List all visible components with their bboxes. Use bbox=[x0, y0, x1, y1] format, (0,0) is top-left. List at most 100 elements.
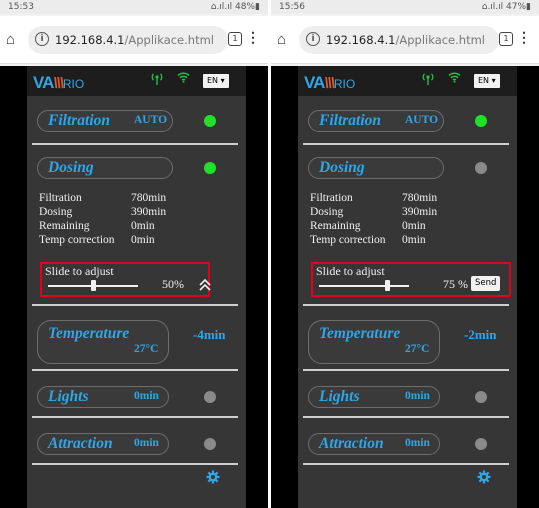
filtration-mode: AUTO bbox=[134, 114, 168, 126]
lights-title: Lights bbox=[319, 388, 360, 405]
lights-button[interactable]: Lights 0min bbox=[308, 386, 440, 408]
dosing-title: Dosing bbox=[48, 159, 94, 176]
attraction-button[interactable]: Attraction 0min bbox=[37, 433, 169, 455]
lights-title: Lights bbox=[48, 388, 89, 405]
app-panel: VA\\\RIO EN ▾ Filtration AUTO Dosing Fil… bbox=[27, 66, 246, 508]
phone-screenshot-right: 15:56 ⌂.ıl.ıl 47%▮ ⌂ i 192.168.4.1/Appli… bbox=[271, 0, 539, 508]
filtration-button[interactable]: Filtration AUTO bbox=[308, 110, 444, 132]
address-bar[interactable]: i 192.168.4.1/Applikace.html bbox=[28, 26, 228, 54]
divider bbox=[32, 143, 238, 145]
divider bbox=[32, 304, 238, 306]
app-header: VA\\\RIO EN ▾ bbox=[27, 66, 246, 96]
temperature-button[interactable]: Temperature 27°C bbox=[37, 320, 169, 364]
attraction-value: 0min bbox=[405, 437, 430, 449]
brand-logo: VA\\\RIO bbox=[304, 73, 356, 92]
lights-status-led bbox=[475, 391, 487, 403]
lights-button[interactable]: Lights 0min bbox=[37, 386, 169, 408]
language-select[interactable]: EN ▾ bbox=[203, 74, 229, 88]
attraction-status-led bbox=[475, 438, 487, 450]
attraction-title: Attraction bbox=[48, 435, 113, 452]
filtration-status-led bbox=[475, 115, 487, 127]
divider bbox=[303, 463, 509, 465]
send-button[interactable]: Send bbox=[471, 276, 501, 291]
dosing-status-led bbox=[204, 162, 216, 174]
slider-percent: 50% bbox=[162, 277, 184, 291]
divider bbox=[32, 416, 238, 418]
lights-value: 0min bbox=[405, 390, 430, 402]
antenna-icon bbox=[151, 72, 163, 89]
app-panel: VA\\\RIO EN ▾ Filtration AUTO Dosing Fil… bbox=[298, 66, 517, 508]
filtration-status-led bbox=[204, 115, 216, 127]
dosing-status-led bbox=[475, 162, 487, 174]
temperature-correction: -2min bbox=[464, 327, 497, 342]
language-select[interactable]: EN ▾ bbox=[474, 74, 500, 88]
slider-percent: 75 % bbox=[443, 277, 468, 291]
divider bbox=[303, 304, 509, 306]
status-bar: 15:53 ⌂.ıl.ıl 48%▮ bbox=[0, 0, 268, 14]
adjust-slider-panel: Slide to adjust 50% bbox=[40, 262, 210, 297]
home-icon[interactable]: ⌂ bbox=[277, 31, 286, 48]
url-path: /Applikace.html bbox=[395, 33, 485, 47]
divider bbox=[32, 369, 238, 371]
status-bar: 15:56 ⌂.ıl.ıl 47%▮ bbox=[271, 0, 539, 14]
antenna-icon bbox=[422, 72, 434, 89]
app-header: VA\\\RIO EN ▾ bbox=[298, 66, 517, 96]
slider-thumb[interactable] bbox=[91, 280, 96, 291]
status-icons: ⌂.ıl.ıl 47%▮ bbox=[481, 2, 531, 12]
app-viewport: VA\\\RIO EN ▾ Filtration AUTO Dosing Fil… bbox=[0, 66, 268, 508]
filtration-title: Filtration bbox=[48, 112, 111, 129]
slider-track[interactable] bbox=[319, 285, 409, 287]
temperature-button[interactable]: Temperature 27°C bbox=[308, 320, 440, 364]
url-host: 192.168.4.1 bbox=[55, 33, 125, 47]
info-icon[interactable]: i bbox=[306, 32, 320, 46]
lights-value: 0min bbox=[134, 390, 159, 402]
phone-screenshot-left: 15:53 ⌂.ıl.ıl 48%▮ ⌂ i 192.168.4.1/Appli… bbox=[0, 0, 268, 508]
browser-toolbar: ⌂ i 192.168.4.1/Applikace.html 1 ⋮ bbox=[0, 16, 268, 64]
more-menu-icon[interactable]: ⋮ bbox=[246, 29, 260, 46]
adjust-slider-panel: Slide to adjust 75 % Send bbox=[311, 262, 511, 297]
lights-status-led bbox=[204, 391, 216, 403]
divider bbox=[303, 416, 509, 418]
temperature-value: 27°C bbox=[134, 343, 159, 355]
divider bbox=[303, 369, 509, 371]
status-icons: ⌂.ıl.ıl 48%▮ bbox=[210, 2, 260, 12]
filtration-mode: AUTO bbox=[405, 114, 439, 126]
settings-gear-icon[interactable] bbox=[206, 470, 220, 487]
divider bbox=[303, 143, 509, 145]
slider-thumb[interactable] bbox=[384, 280, 390, 291]
more-menu-icon[interactable]: ⋮ bbox=[517, 29, 531, 46]
temperature-title: Temperature bbox=[48, 325, 130, 342]
url-text[interactable]: 192.168.4.1/Applikace.html bbox=[326, 33, 485, 47]
status-time: 15:56 bbox=[279, 2, 305, 12]
address-bar[interactable]: i 192.168.4.1/Applikace.html bbox=[299, 26, 499, 54]
temperature-correction: -4min bbox=[193, 327, 226, 342]
slider-label: Slide to adjust bbox=[316, 264, 385, 278]
wifi-icon bbox=[448, 71, 461, 86]
dosing-button[interactable]: Dosing bbox=[37, 157, 173, 179]
app-viewport: VA\\\RIO EN ▾ Filtration AUTO Dosing Fil… bbox=[271, 66, 539, 508]
temperature-value: 27°C bbox=[405, 343, 430, 355]
home-icon[interactable]: ⌂ bbox=[6, 31, 15, 48]
slider-label: Slide to adjust bbox=[45, 264, 114, 278]
status-time: 15:53 bbox=[8, 2, 34, 12]
settings-gear-icon[interactable] bbox=[477, 470, 491, 487]
dosing-button[interactable]: Dosing bbox=[308, 157, 444, 179]
temperature-title: Temperature bbox=[319, 325, 401, 342]
attraction-value: 0min bbox=[134, 437, 159, 449]
tab-switcher-button[interactable]: 1 bbox=[499, 32, 513, 46]
info-icon[interactable]: i bbox=[35, 32, 49, 46]
url-text[interactable]: 192.168.4.1/Applikace.html bbox=[55, 33, 214, 47]
filtration-title: Filtration bbox=[319, 112, 382, 129]
browser-toolbar: ⌂ i 192.168.4.1/Applikace.html 1 ⋮ bbox=[271, 16, 539, 64]
attraction-title: Attraction bbox=[319, 435, 384, 452]
url-host: 192.168.4.1 bbox=[326, 33, 396, 47]
brand-logo: VA\\\RIO bbox=[33, 73, 85, 92]
divider bbox=[32, 463, 238, 465]
dosing-title: Dosing bbox=[319, 159, 365, 176]
tab-switcher-button[interactable]: 1 bbox=[228, 32, 242, 46]
attraction-button[interactable]: Attraction 0min bbox=[308, 433, 440, 455]
url-path: /Applikace.html bbox=[124, 33, 214, 47]
collapse-icon[interactable] bbox=[199, 278, 211, 295]
wifi-icon bbox=[177, 71, 190, 86]
filtration-button[interactable]: Filtration AUTO bbox=[37, 110, 173, 132]
